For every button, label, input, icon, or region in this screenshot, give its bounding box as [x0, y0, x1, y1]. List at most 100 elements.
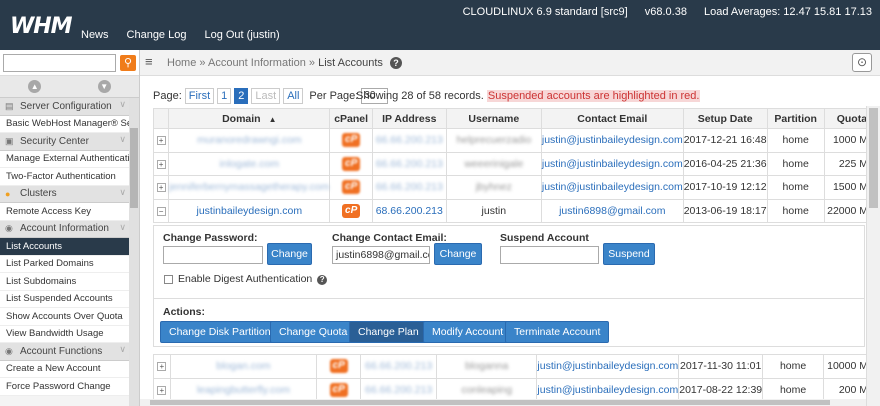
domain-cell-text[interactable]: blogan.com — [216, 360, 270, 372]
expand-all-icon[interactable]: ▼ — [97, 80, 111, 93]
column-header-username[interactable]: Username — [445, 108, 542, 129]
sidebar-scrollbar[interactable] — [129, 98, 139, 406]
expand-row-icon[interactable]: + — [157, 385, 167, 395]
sidebar-item[interactable]: Show Accounts Over Quota — [0, 308, 130, 326]
search-icon[interactable]: ⚲ — [120, 55, 136, 71]
email-cell-text[interactable]: justin6898@gmail.com — [559, 205, 665, 217]
domain-cell-text[interactable]: jenniferbernymassagetherapy.com — [169, 181, 329, 193]
sidebar-item[interactable]: List Subdomains — [0, 273, 130, 291]
horizontal-scroll-thumb[interactable] — [150, 400, 830, 405]
email-cell-text[interactable]: justin@justinbaileydesign.com — [537, 384, 678, 396]
cpanel-icon[interactable]: cP — [342, 133, 361, 148]
page-1-button[interactable]: 1 — [217, 88, 232, 104]
menu-toggle-icon[interactable]: ≡ — [145, 55, 159, 69]
sidebar-item[interactable]: Force Password Change — [0, 378, 130, 396]
column-header-setup-date[interactable]: Setup Date — [682, 108, 768, 129]
ip-cell-text[interactable]: 66.66.200.213 — [365, 360, 432, 372]
new-password-input[interactable] — [163, 246, 263, 264]
page-all-button[interactable]: All — [283, 88, 304, 104]
help-icon[interactable]: ? — [389, 57, 402, 69]
horizontal-scrollbar[interactable] — [140, 399, 866, 406]
email-cell-text[interactable]: justin@justinbaileydesign.com — [537, 360, 678, 372]
news-link[interactable]: News — [81, 29, 109, 41]
collapse-all-icon[interactable]: ▲ — [28, 80, 42, 93]
sidebar-category[interactable]: ▤ Server Configuration ∨ — [0, 98, 130, 116]
help-icon[interactable]: ? — [317, 275, 328, 285]
change-quota-button[interactable]: Change Quota — [270, 321, 357, 343]
fullscreen-button[interactable]: ⊙ — [852, 53, 872, 72]
table-row[interactable]: + muranoredrawngi.com cP 66.66.200.213 helpr… — [152, 128, 880, 153]
ip-cell-text[interactable]: 66.66.200.213 — [365, 384, 432, 396]
whm-logo[interactable]: WHM — [10, 14, 73, 39]
sidebar-item[interactable]: List Accounts — [0, 238, 130, 256]
page-2-button[interactable]: 2 — [234, 88, 249, 104]
domain-cell-text[interactable]: leapingbutterfly.com — [197, 384, 290, 396]
setup-date-cell-text: 2017-11-30 11:01 — [680, 360, 762, 373]
sidebar-category[interactable]: ▣ Security Center ∨ — [0, 133, 130, 151]
change-plan-button[interactable]: Change Plan — [349, 321, 428, 343]
column-header-cpanel[interactable]: cPanel — [329, 108, 373, 129]
sidebar-item[interactable]: List Suspended Accounts — [0, 290, 130, 308]
sidebar-item[interactable]: View Bandwidth Usage — [0, 325, 130, 343]
domain-cell-text[interactable]: inlogate.com — [220, 158, 280, 170]
modify-account-button[interactable]: Modify Account — [423, 321, 513, 343]
suspend-reason-input[interactable] — [500, 246, 599, 264]
change-disk-partition-button[interactable]: Change Disk Partition — [160, 321, 280, 343]
page-last-button[interactable]: Last — [251, 88, 281, 104]
expand-row-icon[interactable]: + — [156, 183, 166, 193]
expand-row-icon[interactable]: + — [157, 362, 167, 372]
domain-cell-text[interactable]: justinbaileydesign.com — [196, 205, 302, 217]
cpanel-icon[interactable]: cP — [329, 359, 348, 374]
sidebar-item[interactable]: List Parked Domains — [0, 255, 130, 273]
contact-email-input[interactable]: justin6898@gmail.com — [332, 246, 430, 264]
email-cell-text[interactable]: justin@justinbaileydesign.com — [542, 158, 683, 170]
table-row[interactable]: + blogan.com cP 66.66.200.213 bloganna justin… — [153, 354, 880, 379]
email-cell-text[interactable]: justin@justinbaileydesign.com — [542, 134, 683, 146]
sidebar-category[interactable]: ● Clusters ∨ — [0, 185, 130, 203]
breadcrumb-section[interactable]: Account Information — [208, 57, 306, 69]
email-cell-text[interactable]: justin@justinbaileydesign.com — [542, 181, 683, 193]
breadcrumb-home[interactable]: Home — [167, 57, 196, 69]
suspend-button[interactable]: Suspend — [603, 243, 655, 265]
change-email-button[interactable]: Change — [434, 243, 482, 265]
expand-row-icon[interactable]: + — [156, 159, 166, 169]
collapse-row-icon[interactable]: − — [156, 206, 166, 216]
expand-row-icon[interactable]: + — [156, 136, 166, 146]
ip-cell: 66.66.200.213 — [360, 354, 437, 379]
column-header-domain[interactable]: Domain ▲ — [168, 108, 331, 129]
domain-cell-text[interactable]: muranoredrawngi.com — [197, 134, 301, 146]
sidebar-category[interactable]: ◉ Account Information ∨ — [0, 220, 130, 238]
sidebar-item[interactable]: Create a New Account — [0, 360, 130, 378]
change-log-link[interactable]: Change Log — [127, 29, 187, 41]
table-row[interactable]: + leapingbutterfly.com cP 66.66.200.213 conl… — [153, 377, 880, 402]
sidebar-item[interactable]: Remote Access Key — [0, 203, 130, 221]
sidebar-search-input[interactable] — [3, 54, 116, 72]
table-row[interactable]: + inlogate.com cP 66.66.200.213 weeerinigale… — [152, 151, 880, 176]
column-header-ip[interactable]: IP Address — [371, 108, 447, 129]
table-row[interactable]: − justinbaileydesign.com cP 68.66.200.213 ju… — [152, 198, 880, 223]
sidebar-item[interactable]: Two-Factor Authentication — [0, 168, 130, 186]
ip-cell-text[interactable]: 66.66.200.213 — [376, 181, 443, 193]
logout-link[interactable]: Log Out (justin) — [204, 29, 279, 41]
sidebar-scroll-thumb[interactable] — [130, 128, 138, 208]
ip-cell-text[interactable]: 68.66.200.213 — [376, 205, 443, 217]
page-first-button[interactable]: First — [184, 88, 215, 104]
digest-auth-checkbox[interactable] — [164, 275, 173, 284]
cpanel-icon[interactable]: cP — [342, 180, 361, 195]
ip-cell-text[interactable]: 66.66.200.213 — [376, 158, 443, 170]
column-header-email[interactable]: Contact Email — [540, 108, 684, 129]
cpanel-icon[interactable]: cP — [342, 203, 361, 218]
main-scroll-thumb[interactable] — [869, 108, 878, 208]
sidebar-category[interactable]: ◉ Account Functions ∨ — [0, 343, 130, 361]
table-row[interactable]: + jenniferbernymassagetherapy.com cP 66.66.… — [152, 175, 880, 200]
terminate-account-button[interactable]: Terminate Account — [505, 321, 610, 343]
sidebar-item[interactable]: Manage External Authentications — [0, 150, 130, 168]
cpanel-icon[interactable]: cP — [329, 382, 348, 397]
main-scrollbar[interactable] — [866, 106, 880, 406]
cpanel-icon[interactable]: cP — [342, 156, 361, 171]
sidebar-item[interactable]: Basic WebHost Manager® Setup — [0, 115, 130, 133]
column-header-partition[interactable]: Partition — [766, 108, 825, 129]
change-password-button[interactable]: Change — [267, 243, 312, 265]
ip-cell-text[interactable]: 66.66.200.213 — [376, 134, 443, 146]
setup-date-cell-text: 2017-10-19 12:12 — [683, 181, 767, 194]
